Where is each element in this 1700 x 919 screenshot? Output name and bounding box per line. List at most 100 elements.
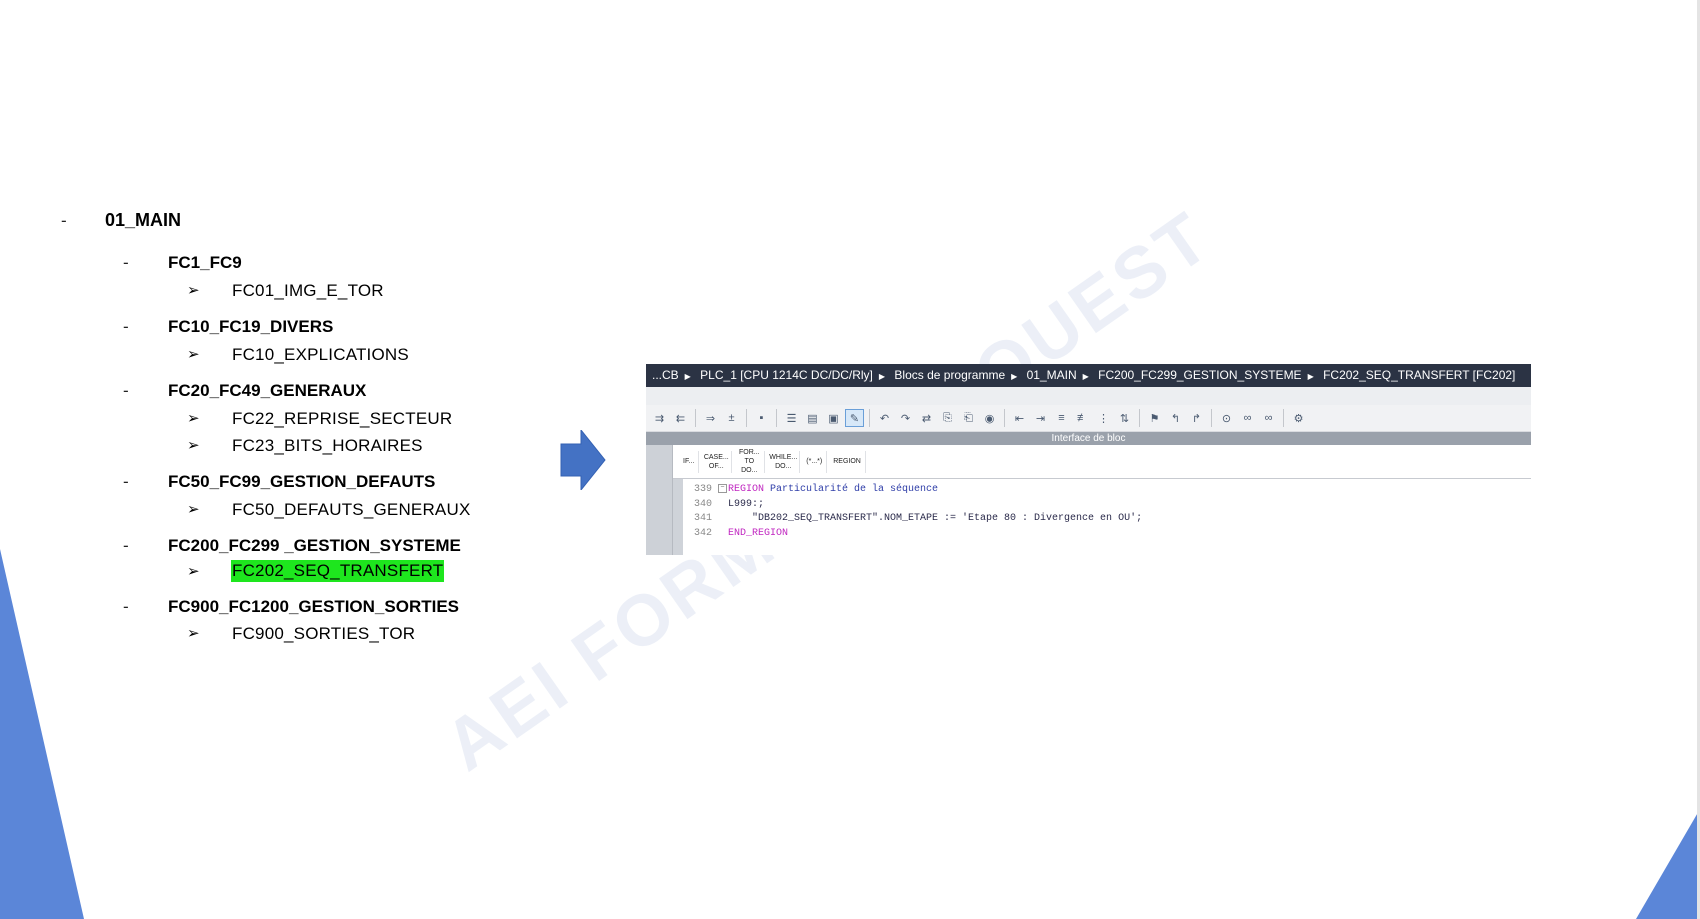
line-number: 341	[693, 513, 712, 524]
block-item: FC900_SORTIES_TOR	[232, 624, 416, 643]
arrow-bullet-icon: ➢	[187, 282, 200, 299]
breadcrumb-separator-icon: ▶	[684, 372, 691, 381]
code-keyword: END_REGION	[728, 527, 789, 539]
format-icon[interactable]: ⋮	[1094, 409, 1113, 427]
breadcrumb-separator-icon: ▶	[1307, 372, 1314, 381]
breadcrumb-item[interactable]: Blocs de programme	[894, 368, 1005, 382]
instruction-bar: IF... CASE... OF... FOR... TO DO... WHIL…	[673, 445, 1531, 479]
line-number: 339	[693, 484, 712, 495]
breadcrumb-separator-icon: ▶	[1082, 372, 1089, 381]
keyword-comment-button[interactable]: (*...*)	[802, 450, 828, 473]
uncomment-icon[interactable]: ≢	[1073, 409, 1092, 427]
group-dash: -	[123, 536, 129, 555]
group-label: FC200_FC299 _GESTION_SYSTEME	[168, 536, 461, 555]
editor-left-margin	[646, 445, 673, 555]
edit-mode-icon[interactable]: ✎	[845, 409, 864, 427]
block-item: FC50_DEFAUTS_GENERAUX	[232, 500, 471, 519]
breadcrumb-item[interactable]: PLC_1 [CPU 1214C DC/DC/Rly]	[700, 368, 873, 382]
block-item: FC01_IMG_E_TOR	[232, 281, 384, 300]
breadcrumb-separator-icon: ▶	[1011, 372, 1018, 381]
toolbar-separator	[1139, 409, 1140, 427]
toolbar-separator	[869, 409, 870, 427]
group-label: FC50_FC99_GESTION_DEFAUTS	[168, 472, 436, 491]
block-interface-bar[interactable]: Interface de bloc	[646, 432, 1531, 446]
copy-icon[interactable]: ⎘	[938, 409, 957, 427]
code-text: L999:;	[728, 498, 765, 510]
code-line: 340 L999:;	[686, 498, 1142, 513]
keyword-while-button[interactable]: WHILE... DO...	[767, 450, 801, 473]
arrow-bullet-icon: ➢	[187, 625, 200, 642]
keyword-region-button[interactable]: REGION	[829, 450, 866, 473]
insert-network-icon[interactable]: ⇉	[650, 409, 669, 427]
root-label: 01_MAIN	[105, 210, 182, 230]
group-dash: -	[123, 253, 129, 272]
code-line: 339− REGION Particularité de la séquence	[686, 483, 1142, 498]
comment-icon[interactable]: ≡	[1052, 409, 1071, 427]
bookmark-icon[interactable]: ⚑	[1145, 409, 1164, 427]
settings-icon[interactable]: ⚙	[1289, 409, 1308, 427]
code-text: Particularité de la séquence	[764, 484, 939, 495]
breadcrumb-item[interactable]: FC200_FC299_GESTION_SYSTEME	[1098, 368, 1301, 382]
breadcrumb-item[interactable]: FC202_SEQ_TRANSFERT [FC202]	[1323, 368, 1515, 382]
keyword-for-button[interactable]: FOR... TO DO...	[734, 449, 766, 474]
compare-icon[interactable]: ⇄	[917, 409, 936, 427]
line-number: 340	[693, 498, 712, 510]
indent-left-icon[interactable]: ⇤	[1010, 409, 1029, 427]
save-icon[interactable]: ▣	[824, 409, 843, 427]
code-editor: IF... CASE... OF... FOR... TO DO... WHIL…	[646, 445, 1531, 555]
keyword-if-button[interactable]: IF...	[679, 450, 700, 473]
code-lines[interactable]: 339− REGION Particularité de la séquence …	[686, 483, 1142, 541]
corner-triangle-right	[1636, 809, 1700, 919]
arrow-bullet-icon: ➢	[187, 563, 200, 580]
undo-icon[interactable]: ↶	[875, 409, 894, 427]
glasses-icon[interactable]: ∞	[1238, 409, 1257, 427]
toolbar-separator	[695, 409, 696, 427]
toolbar-separator	[1211, 409, 1212, 427]
indent-right-icon[interactable]: ⇥	[1031, 409, 1050, 427]
download-icon[interactable]: ±	[722, 409, 741, 427]
keyword-case-button[interactable]: CASE... OF...	[701, 450, 733, 473]
block-item: FC22_REPRISE_SECTEUR	[232, 409, 453, 428]
arrow-bullet-icon: ➢	[187, 501, 200, 518]
arrow-bullet-icon: ➢	[187, 437, 200, 454]
breadcrumb-item[interactable]: ...CB	[652, 368, 679, 382]
breadcrumb-item[interactable]: 01_MAIN	[1027, 368, 1077, 382]
sort-icon[interactable]: ⇅	[1115, 409, 1134, 427]
prev-bookmark-icon[interactable]: ↰	[1166, 409, 1185, 427]
group-dash: -	[123, 597, 129, 616]
breadcrumb-separator-icon: ▶	[878, 372, 886, 381]
group-label: FC20_FC49_GENERAUX	[168, 381, 367, 400]
toolbar-separator	[1004, 409, 1005, 427]
collapse-icon[interactable]: −	[718, 483, 727, 493]
tia-portal-screenshot: ...CB ▶ PLC_1 [CPU 1214C DC/DC/Rly] ▶ Bloc…	[646, 364, 1531, 555]
group-label: FC900_FC1200_GESTION_SORTIES	[168, 597, 460, 616]
block-icon[interactable]: ▪	[752, 409, 771, 427]
redo-icon[interactable]: ↷	[896, 409, 915, 427]
glasses-off-icon[interactable]: ∞	[1259, 409, 1278, 427]
breadcrumb: ...CB ▶ PLC_1 [CPU 1214C DC/DC/Rly] ▶ Bloc…	[646, 364, 1531, 387]
line-number: 342	[693, 527, 712, 539]
toolbar-separator	[776, 409, 777, 427]
block-interface-label: Interface de bloc	[1051, 433, 1126, 444]
watch-icon[interactable]: ⊙	[1217, 409, 1236, 427]
go-to-icon[interactable]: ⇒	[701, 409, 720, 427]
next-bookmark-icon[interactable]: ↱	[1187, 409, 1206, 427]
block-item: FC10_EXPLICATIONS	[232, 345, 409, 364]
code-keyword: REGION	[728, 484, 765, 495]
toolbar-separator	[1283, 409, 1284, 427]
group-dash: -	[123, 472, 129, 491]
delete-network-icon[interactable]: ⇇	[671, 409, 690, 427]
list-icon[interactable]: ☰	[782, 409, 801, 427]
monitor-icon[interactable]: ◉	[980, 409, 999, 427]
table-icon[interactable]: ▤	[803, 409, 822, 427]
code-text: "DB202_SEQ_TRANSFERT".NOM_ETAPE := 'Etap…	[728, 513, 1143, 524]
editor-toolbar: ⇉ ⇇ ⇒ ± ▪ ☰ ▤ ▣ ✎ ↶ ↷ ⇄ ⎘ ⎗ ◉ ⇤ ⇥ ≡ ≢ ⋮ …	[646, 405, 1531, 432]
root-dash: -	[61, 211, 67, 230]
toolbar-separator	[746, 409, 747, 427]
block-item-highlighted: FC202_SEQ_TRANSFERT	[231, 560, 445, 582]
group-dash: -	[123, 317, 129, 336]
paste-icon[interactable]: ⎗	[959, 409, 978, 427]
code-line: 342 END_REGION	[686, 527, 1142, 542]
header-band	[646, 387, 1531, 405]
block-tree: - 01_MAIN - FC1_FC9 ➢ FC01_IMG_E_TOR - F…	[0, 0, 560, 919]
